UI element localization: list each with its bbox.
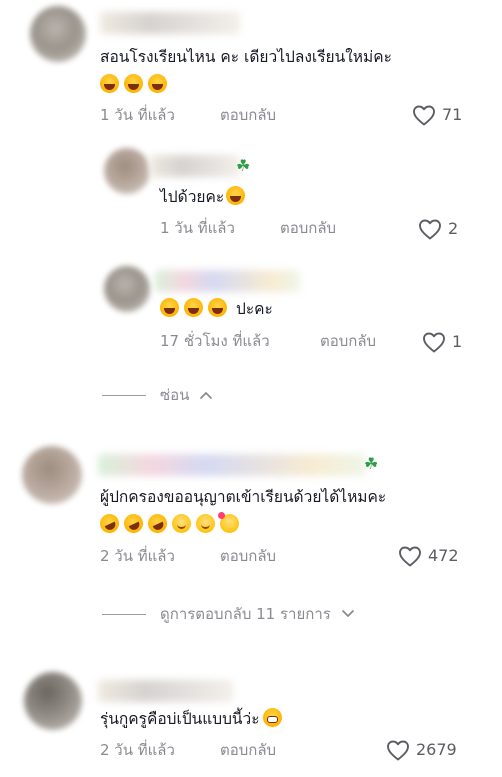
hide-replies-toggle[interactable]: ซ่อน bbox=[102, 385, 213, 405]
comment-emojis bbox=[100, 74, 172, 96]
comment-time: 17 ชั่วโมง ที่แล้ว bbox=[160, 332, 270, 350]
heart-outline-icon bbox=[419, 219, 441, 240]
comment-text: ไปด้วยคะ bbox=[160, 186, 250, 208]
blush-emoji-icon bbox=[172, 514, 191, 533]
comment-text: ปะคะ bbox=[160, 298, 273, 320]
chevron-down-icon bbox=[341, 610, 354, 617]
comment-emojis bbox=[96, 510, 244, 537]
reply-button[interactable]: ตอบกลับ bbox=[280, 218, 336, 238]
like-button[interactable]: 2679 bbox=[386, 739, 457, 761]
like-count: 2 bbox=[448, 219, 459, 238]
comment-text: รุ่นกูครูคือบ่เป็นแบบนี้ว่ะ bbox=[100, 708, 287, 730]
like-button[interactable]: 2 bbox=[418, 218, 458, 240]
username-blurred[interactable] bbox=[150, 155, 240, 177]
like-count: 472 bbox=[428, 546, 459, 565]
joy-emoji-icon bbox=[160, 298, 179, 317]
joy-emoji-icon bbox=[124, 74, 143, 93]
reply-button[interactable]: ตอบกลับ bbox=[320, 331, 376, 351]
like-count: 1 bbox=[452, 332, 463, 351]
username-blurred[interactable] bbox=[100, 12, 240, 34]
blush-emoji-icon bbox=[196, 514, 215, 533]
like-button[interactable]: 71 bbox=[412, 104, 462, 126]
username-blurred[interactable] bbox=[98, 454, 366, 476]
avatar[interactable] bbox=[30, 6, 86, 62]
username-blurred[interactable] bbox=[98, 680, 233, 702]
comment-time: 2 วัน ที่แล้ว bbox=[100, 547, 175, 565]
grin-emoji-icon bbox=[262, 708, 282, 727]
comment-time: 2 วัน ที่แล้ว bbox=[100, 741, 175, 759]
like-button[interactable]: 472 bbox=[398, 545, 459, 567]
like-button[interactable]: 1 bbox=[422, 331, 462, 353]
rofl-emoji-icon bbox=[120, 510, 147, 537]
four-leaf-clover-icon: ☘ bbox=[236, 156, 251, 175]
heart-outline-icon bbox=[387, 740, 409, 761]
chevron-up-icon bbox=[200, 392, 213, 399]
comment-text: ผู้ปกครองขออนุญาตเข้าเรียนด้วยได้ไหมคะ bbox=[100, 488, 387, 506]
smiling-hearts-emoji-icon bbox=[218, 512, 239, 533]
reply-button[interactable]: ตอบกลับ bbox=[220, 546, 276, 566]
rofl-emoji-icon bbox=[96, 510, 123, 537]
avatar[interactable] bbox=[104, 266, 150, 312]
heart-outline-icon bbox=[413, 105, 435, 126]
heart-outline-icon bbox=[423, 332, 445, 353]
divider-line bbox=[102, 394, 146, 396]
comment-text: สอนโรงเรียนไหน คะ เดียวไปลงเรียนใหม่คะ bbox=[100, 48, 392, 66]
like-count: 71 bbox=[442, 105, 463, 124]
joy-emoji-icon bbox=[184, 298, 203, 317]
heart-outline-icon bbox=[399, 546, 421, 567]
joy-emoji-icon bbox=[208, 298, 227, 317]
joy-emoji-icon bbox=[100, 74, 119, 93]
four-leaf-clover-icon: ☘ bbox=[364, 454, 379, 473]
avatar[interactable] bbox=[24, 672, 82, 730]
joy-emoji-icon bbox=[148, 74, 167, 93]
comment-time: 1 วัน ที่แล้ว bbox=[160, 219, 235, 237]
comment-time: 1 วัน ที่แล้ว bbox=[100, 106, 175, 124]
joy-emoji-icon bbox=[226, 186, 246, 205]
divider-line bbox=[102, 613, 146, 615]
like-count: 2679 bbox=[416, 740, 457, 759]
avatar[interactable] bbox=[104, 148, 150, 194]
view-replies-toggle[interactable]: ดูการตอบกลับ 11 รายการ bbox=[102, 604, 355, 624]
toggle-label: ดูการตอบกลับ 11 รายการ bbox=[160, 605, 331, 623]
username-blurred[interactable] bbox=[155, 270, 300, 292]
reply-button[interactable]: ตอบกลับ bbox=[220, 105, 276, 125]
reply-button[interactable]: ตอบกลับ bbox=[220, 740, 276, 760]
rofl-emoji-icon bbox=[144, 510, 171, 537]
avatar[interactable] bbox=[22, 446, 82, 504]
toggle-label: ซ่อน bbox=[160, 386, 190, 404]
